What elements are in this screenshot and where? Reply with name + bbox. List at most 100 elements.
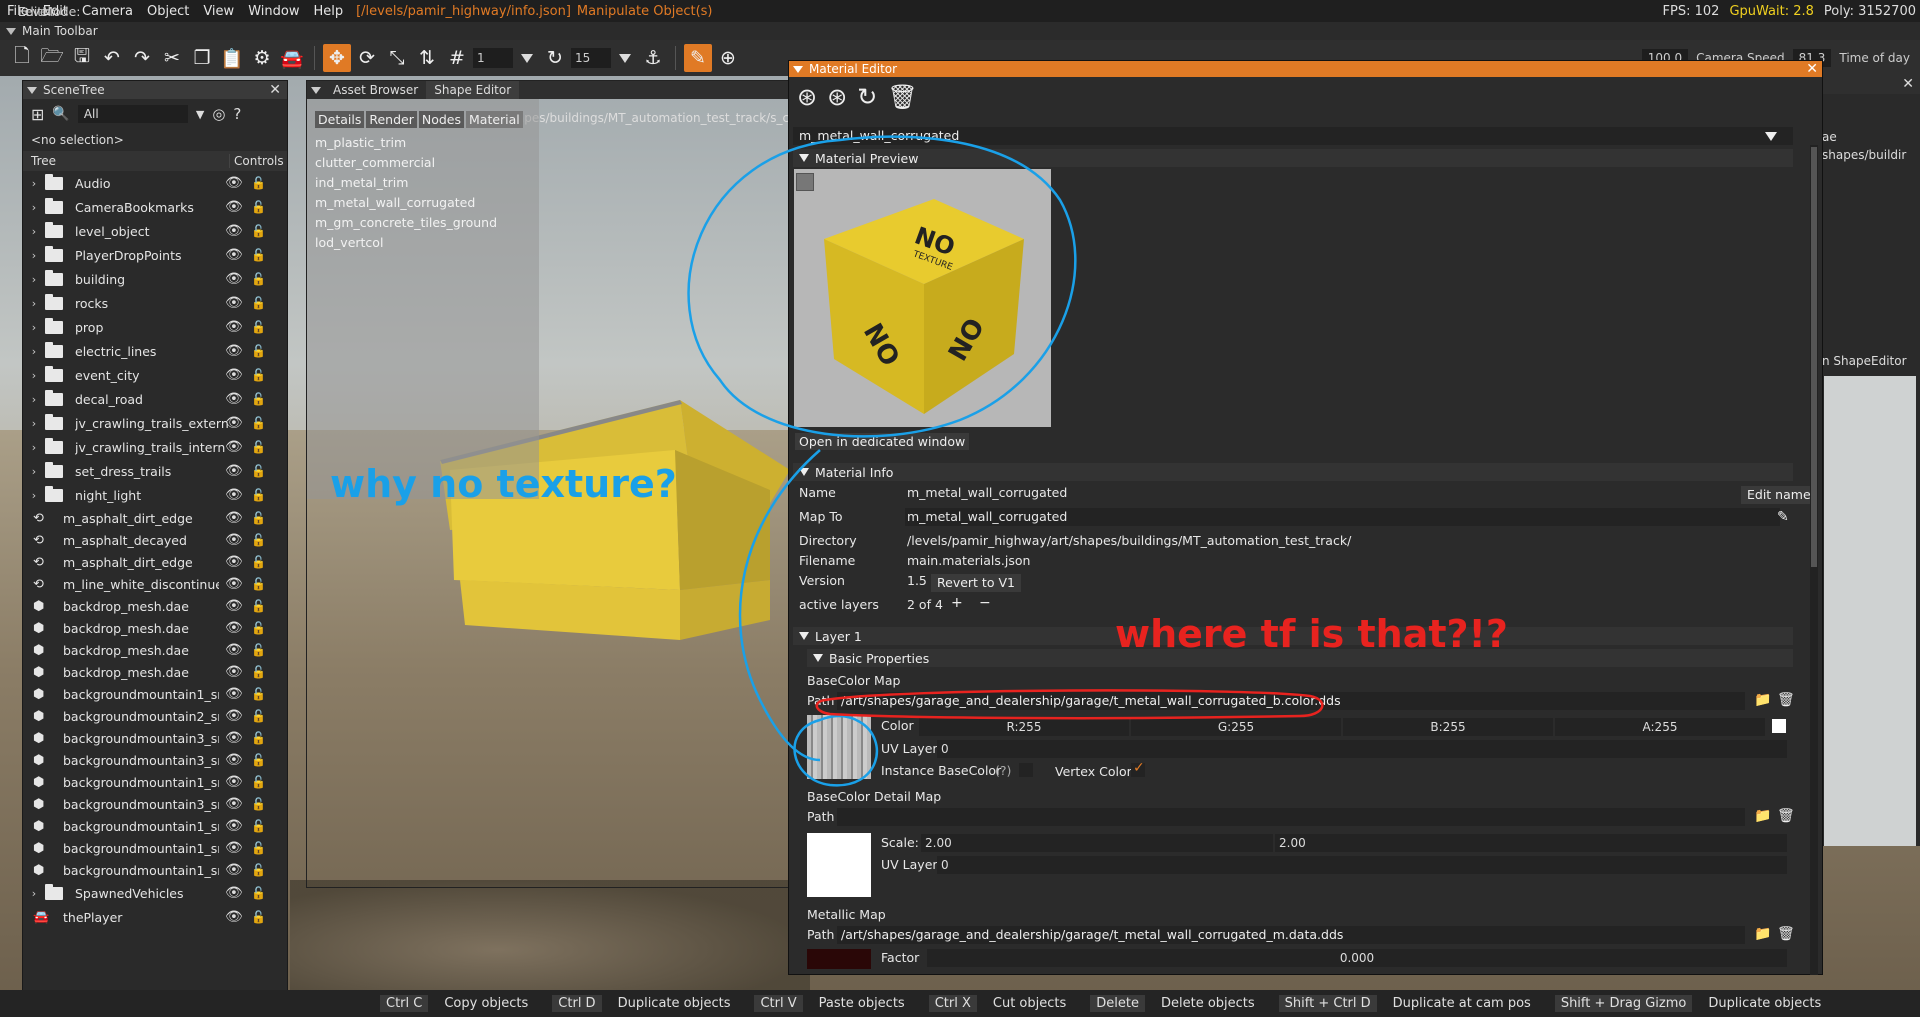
lock-icon[interactable]: 🔓 — [251, 753, 266, 767]
tree-item[interactable]: ⬢ backdrop_mesh.dae 👁 🔓 — [23, 595, 287, 617]
chevron-right-icon[interactable]: › — [23, 249, 45, 262]
material-list-item[interactable]: lod_vertcol — [307, 232, 539, 252]
refresh-icon[interactable]: ↻ — [857, 83, 877, 111]
minus-icon[interactable]: − — [979, 595, 991, 611]
eye-icon[interactable]: 👁 — [225, 343, 243, 359]
help-icon[interactable]: (?) — [995, 763, 1011, 778]
eye-icon[interactable]: 👁 — [225, 391, 243, 407]
lock-icon[interactable]: 🔓 — [251, 643, 266, 657]
tree-item[interactable]: ⬢ backgroundmountain3_sm 👁 🔓 — [23, 749, 287, 771]
eye-icon[interactable]: 👁 — [225, 796, 243, 812]
color-a-field[interactable]: A:255 — [1555, 718, 1765, 736]
new-material-icon[interactable]: ⊛ — [797, 83, 817, 111]
tree-item[interactable]: 🚘 thePlayer 👁 🔓 — [23, 905, 287, 929]
scale-x-field[interactable]: 2.00 — [921, 834, 1273, 852]
chevron-right-icon[interactable]: › — [23, 441, 45, 454]
basic-properties-section[interactable]: Basic Properties — [807, 649, 1793, 667]
eye-icon[interactable]: 👁 — [225, 885, 243, 901]
lock-icon[interactable]: 🔓 — [251, 248, 266, 262]
eye-icon[interactable]: 👁 — [225, 752, 243, 768]
translate-icon[interactable]: ✥ — [323, 44, 351, 72]
tree-item[interactable]: ⬢ backgroundmountain1_sm 👁 🔓 — [23, 837, 287, 859]
tab-material[interactable]: Material — [466, 111, 523, 128]
material-list-item[interactable]: m_metal_wall_corrugated — [307, 192, 539, 212]
lock-icon[interactable]: 🔓 — [251, 416, 266, 430]
tree-item[interactable]: › jv_crawling_trails_extern 👁 🔓 — [23, 411, 287, 435]
cut-icon[interactable]: ✂ — [158, 44, 186, 72]
scene-tree-header[interactable]: SceneTree ✕ — [23, 81, 287, 99]
rotate-icon[interactable]: ⟳ — [353, 44, 381, 72]
close-icon[interactable]: ✕ — [1806, 61, 1818, 77]
paste-icon[interactable]: 📋 — [218, 44, 246, 72]
new-file-icon[interactable]: 🗋 — [8, 44, 36, 72]
eye-icon[interactable]: 👁 — [225, 909, 243, 925]
tree-item[interactable]: ⬢ backgroundmountain3_sm 👁 🔓 — [23, 727, 287, 749]
chevron-right-icon[interactable]: › — [23, 345, 45, 358]
eye-icon[interactable]: 👁 — [225, 642, 243, 658]
eye-icon[interactable]: 👁 — [225, 415, 243, 431]
metallic-thumbnail[interactable] — [807, 949, 871, 969]
revert-button[interactable]: Revert to V1 — [931, 574, 1021, 592]
search-icon[interactable]: 🔍 — [52, 106, 69, 122]
tree-item[interactable]: ⬢ backgroundmountain1_sm 👁 🔓 — [23, 683, 287, 705]
menu-window[interactable]: Window — [241, 4, 306, 19]
chevron-right-icon[interactable]: › — [23, 489, 45, 502]
color-r-field[interactable]: R:255 — [919, 718, 1129, 736]
tree-item[interactable]: ⬢ backgroundmountain1_sm 👁 🔓 — [23, 815, 287, 837]
open-folder-icon[interactable]: 🗁 — [38, 44, 66, 72]
lock-icon[interactable]: 🔓 — [251, 910, 266, 924]
material-list-item[interactable]: ind_metal_trim — [307, 172, 539, 192]
scale-icon[interactable]: ⤡ — [383, 44, 411, 72]
vehicle-icon[interactable]: 🚘 — [278, 44, 306, 72]
lock-icon[interactable]: 🔓 — [251, 621, 266, 635]
tab-details[interactable]: Details — [315, 111, 365, 128]
metallic-path-field[interactable]: /art/shapes/garage_and_dealership/garage… — [837, 926, 1745, 944]
scrollbar-thumb[interactable] — [1811, 147, 1817, 567]
eye-icon[interactable]: 👁 — [225, 862, 243, 878]
folder-icon[interactable]: 📁 — [1754, 808, 1771, 824]
folder-icon[interactable]: 📁 — [1754, 926, 1771, 942]
tree-item[interactable]: ⬢ backgroundmountain1_sm 👁 🔓 — [23, 771, 287, 793]
lock-icon[interactable]: 🔓 — [251, 176, 266, 190]
chevron-down-icon[interactable] — [619, 53, 631, 63]
lock-icon[interactable]: 🔓 — [251, 533, 266, 547]
tree-item[interactable]: ⬢ backgroundmountain1_sm 👁 🔓 — [23, 859, 287, 881]
lock-icon[interactable]: 🔓 — [251, 464, 266, 478]
eye-icon[interactable]: 👁 — [225, 840, 243, 856]
eye-icon[interactable]: 👁 — [225, 818, 243, 834]
preview-option-icon[interactable] — [796, 173, 814, 191]
material-editor-titlebar[interactable]: Material Editor ✕ — [789, 61, 1822, 77]
lock-icon[interactable]: 🔓 — [251, 731, 266, 745]
tree-item[interactable]: ⬢ backdrop_mesh.dae 👁 🔓 — [23, 661, 287, 683]
grid-snap-value[interactable]: 1 — [473, 48, 513, 68]
eye-icon[interactable]: 👁 — [225, 199, 243, 215]
tree-item[interactable]: ⬢ backgroundmountain2_sm 👁 🔓 — [23, 705, 287, 727]
chevron-right-icon[interactable]: › — [23, 177, 45, 190]
tree-item[interactable]: › prop 👁 🔓 — [23, 315, 287, 339]
scale-y-field[interactable]: 2.00 — [1275, 834, 1787, 852]
lock-icon[interactable]: 🔓 — [251, 555, 266, 569]
menu-help[interactable]: Help — [306, 4, 350, 19]
instance-basecolor-checkbox[interactable] — [1019, 763, 1033, 777]
lock-icon[interactable]: 🔓 — [251, 709, 266, 723]
tree-item[interactable]: ⟲ m_asphalt_dirt_edge 👁 🔓 — [23, 551, 287, 573]
detail-thumbnail[interactable] — [807, 833, 871, 897]
lock-icon[interactable]: 🔓 — [251, 577, 266, 591]
lock-icon[interactable]: 🔓 — [251, 841, 266, 855]
chevron-right-icon[interactable]: › — [23, 369, 45, 382]
lock-icon[interactable]: 🔓 — [251, 599, 266, 613]
chevron-right-icon[interactable]: › — [23, 465, 45, 478]
tab-shape-editor[interactable]: Shape Editor — [426, 81, 520, 99]
lock-icon[interactable]: 🔓 — [251, 224, 266, 238]
trash-icon[interactable]: 🗑 — [1777, 926, 1795, 942]
chevron-right-icon[interactable]: › — [23, 297, 45, 310]
tree-item[interactable]: ⬢ backdrop_mesh.dae 👁 🔓 — [23, 617, 287, 639]
eye-icon[interactable]: 👁 — [225, 686, 243, 702]
color-b-field[interactable]: B:255 — [1343, 718, 1553, 736]
lock-icon[interactable]: 🔓 — [251, 687, 266, 701]
close-icon[interactable]: ✕ — [1902, 76, 1914, 92]
detail-uv-layer-select[interactable]: 0 — [937, 856, 1787, 874]
folder-icon[interactable]: 📁 — [1754, 692, 1771, 708]
menu-camera[interactable]: Camera — [75, 4, 140, 19]
eye-icon[interactable]: 👁 — [225, 510, 243, 526]
